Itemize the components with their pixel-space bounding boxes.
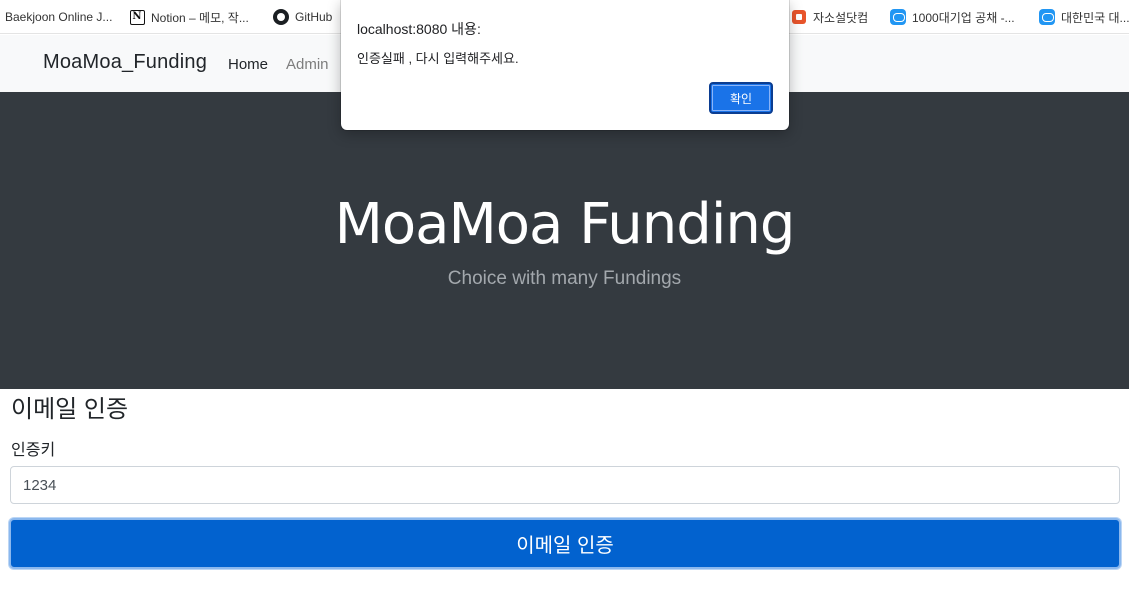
bookmark-label: Baekjoon Online J... <box>5 10 113 24</box>
notion-icon: N <box>129 9 145 25</box>
dialog-title: localhost:8080 내용: <box>357 21 481 37</box>
dialog-ok-button[interactable]: 확인 <box>709 82 773 114</box>
hero-title: MoaMoa Funding <box>334 192 796 257</box>
nav-link-admin[interactable]: Admin <box>286 56 329 73</box>
hero-subtitle: Choice with many Fundings <box>447 268 682 289</box>
bookmark-baekjoon[interactable]: Baekjoon Online J... <box>5 0 113 33</box>
nav-link-home[interactable]: Home <box>228 56 268 73</box>
bookmark-korea[interactable]: 대한민국 대... <box>1039 0 1129 33</box>
verify-email-button[interactable]: 이메일 인증 <box>9 518 1121 569</box>
bookmark-label: Notion – 메모, 작... <box>151 10 249 25</box>
dialog-message: 인증실패 , 다시 입력해주세요. <box>357 51 519 66</box>
github-icon <box>273 9 289 25</box>
chat-bubble-icon <box>1039 9 1055 25</box>
bookmark-1000-companies[interactable]: 1000대기업 공채 -... <box>890 0 1015 33</box>
bookmark-label: 대한민국 대... <box>1061 10 1129 25</box>
hero-banner: MoaMoa Funding Choice with many Fundings <box>0 92 1129 389</box>
bookmark-label: 1000대기업 공채 -... <box>912 10 1015 25</box>
auth-key-input[interactable] <box>10 466 1120 504</box>
alert-dialog: localhost:8080 내용: 인증실패 , 다시 입력해주세요. 확인 <box>341 0 789 130</box>
bookmark-jasoseol[interactable]: 자소설닷컴 <box>791 0 869 33</box>
auth-key-label: 인증키 <box>11 442 56 459</box>
bookmark-notion[interactable]: N Notion – 메모, 작... <box>129 0 249 33</box>
navbar-brand[interactable]: MoaMoa_Funding <box>43 51 207 74</box>
form-title: 이메일 인증 <box>11 396 129 423</box>
chat-bubble-icon <box>890 9 906 25</box>
page: Baekjoon Online J... N Notion – 메모, 작...… <box>0 0 1129 594</box>
jasoseol-icon <box>791 9 807 25</box>
bookmark-label: GitHub <box>295 10 333 24</box>
bookmark-github[interactable]: GitHub <box>273 0 333 33</box>
bookmark-label: 자소설닷컴 <box>813 10 869 25</box>
